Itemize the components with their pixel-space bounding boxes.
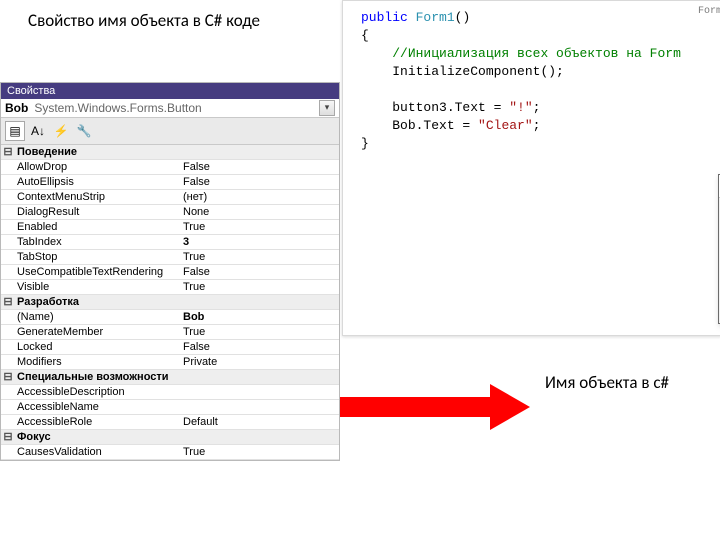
property-key: AccessibleRole	[15, 415, 179, 429]
category-name: Поведение	[15, 145, 179, 159]
object-selector[interactable]: Bob System.Windows.Forms.Button ▾	[1, 99, 339, 118]
object-name: Bob	[5, 101, 28, 115]
alphabetical-button[interactable]: A↓	[28, 121, 48, 141]
property-row[interactable]: TabIndex3	[1, 235, 339, 250]
property-row[interactable]: AllowDropFalse	[1, 160, 339, 175]
property-row[interactable]: TabStopTrue	[1, 250, 339, 265]
property-value[interactable]	[179, 385, 339, 399]
property-value[interactable]: (нет)	[179, 190, 339, 204]
property-key: Locked	[15, 340, 179, 354]
property-row[interactable]: ContextMenuStrip(нет)	[1, 190, 339, 205]
property-value[interactable]: Bob	[179, 310, 339, 324]
collapse-icon[interactable]: ⊟	[1, 370, 15, 384]
property-value[interactable]: True	[179, 250, 339, 264]
events-button[interactable]: ⚡	[51, 121, 71, 141]
code-editor: Form1.cs public Form1() { //Инициализаци…	[342, 0, 720, 336]
properties-grid: ⊟ПоведениеAllowDropFalseAutoEllipsisFals…	[1, 145, 339, 460]
property-key: GenerateMember	[15, 325, 179, 339]
property-value[interactable]: Private	[179, 355, 339, 369]
property-row[interactable]: AutoEllipsisFalse	[1, 175, 339, 190]
property-key: TabIndex	[15, 235, 179, 249]
property-key: AllowDrop	[15, 160, 179, 174]
arrow-icon	[340, 384, 535, 430]
code-tab-label: Form1.cs	[698, 3, 720, 21]
property-value[interactable]: True	[179, 280, 339, 294]
category-row[interactable]: ⊟Специальные возможности	[1, 370, 339, 385]
property-value[interactable]: True	[179, 220, 339, 234]
property-row[interactable]: ModifiersPrivate	[1, 355, 339, 370]
category-row[interactable]: ⊟Разработка	[1, 295, 339, 310]
property-key: (Name)	[15, 310, 179, 324]
property-value[interactable]: 3	[179, 235, 339, 249]
property-value[interactable]: True	[179, 325, 339, 339]
category-name: Разработка	[15, 295, 179, 309]
property-value[interactable]: False	[179, 265, 339, 279]
code-body: public Form1() { //Инициализация всех об…	[343, 1, 720, 161]
property-key: TabStop	[15, 250, 179, 264]
category-name: Специальные возможности	[15, 370, 179, 384]
property-row[interactable]: UseCompatibleTextRenderingFalse	[1, 265, 339, 280]
property-key: AutoEllipsis	[15, 175, 179, 189]
property-value[interactable]: Default	[179, 415, 339, 429]
property-value[interactable]	[179, 400, 339, 414]
property-row[interactable]: DialogResultNone	[1, 205, 339, 220]
property-row[interactable]: VisibleTrue	[1, 280, 339, 295]
properties-toolbar: ▤ A↓ ⚡ 🔧	[1, 118, 339, 145]
category-row[interactable]: ⊟Поведение	[1, 145, 339, 160]
property-row[interactable]: GenerateMemberTrue	[1, 325, 339, 340]
property-key: UseCompatibleTextRendering	[15, 265, 179, 279]
property-key: AccessibleDescription	[15, 385, 179, 399]
properties-panel: Свойства Bob System.Windows.Forms.Button…	[0, 82, 340, 461]
property-key: Visible	[15, 280, 179, 294]
property-row[interactable]: AccessibleName	[1, 400, 339, 415]
property-value[interactable]: False	[179, 160, 339, 174]
property-row[interactable]: LockedFalse	[1, 340, 339, 355]
object-type: System.Windows.Forms.Button	[34, 101, 201, 115]
property-key: Enabled	[15, 220, 179, 234]
property-key: ContextMenuStrip	[15, 190, 179, 204]
property-row[interactable]: EnabledTrue	[1, 220, 339, 235]
property-value[interactable]: False	[179, 340, 339, 354]
property-row[interactable]: AccessibleRoleDefault	[1, 415, 339, 430]
property-value[interactable]: False	[179, 175, 339, 189]
categorized-button[interactable]: ▤	[5, 121, 25, 141]
collapse-icon[interactable]: ⊟	[1, 295, 15, 309]
chevron-down-icon[interactable]: ▾	[319, 100, 335, 116]
property-value[interactable]: None	[179, 205, 339, 219]
property-pages-button[interactable]: 🔧	[74, 121, 94, 141]
property-row[interactable]: CausesValidationTrue	[1, 445, 339, 460]
property-key: DialogResult	[15, 205, 179, 219]
property-row[interactable]: (Name)Bob	[1, 310, 339, 325]
property-key: CausesValidation	[15, 445, 179, 459]
annotation-top: Свойство имя объекта в C# коде	[28, 10, 260, 31]
category-name: Фокус	[15, 430, 179, 444]
annotation-right: Имя объекта в c#	[545, 372, 669, 393]
properties-title: Свойства	[1, 83, 339, 99]
property-key: AccessibleName	[15, 400, 179, 414]
collapse-icon[interactable]: ⊟	[1, 145, 15, 159]
category-row[interactable]: ⊟Фокус	[1, 430, 339, 445]
property-value[interactable]: True	[179, 445, 339, 459]
property-row[interactable]: AccessibleDescription	[1, 385, 339, 400]
collapse-icon[interactable]: ⊟	[1, 430, 15, 444]
property-key: Modifiers	[15, 355, 179, 369]
